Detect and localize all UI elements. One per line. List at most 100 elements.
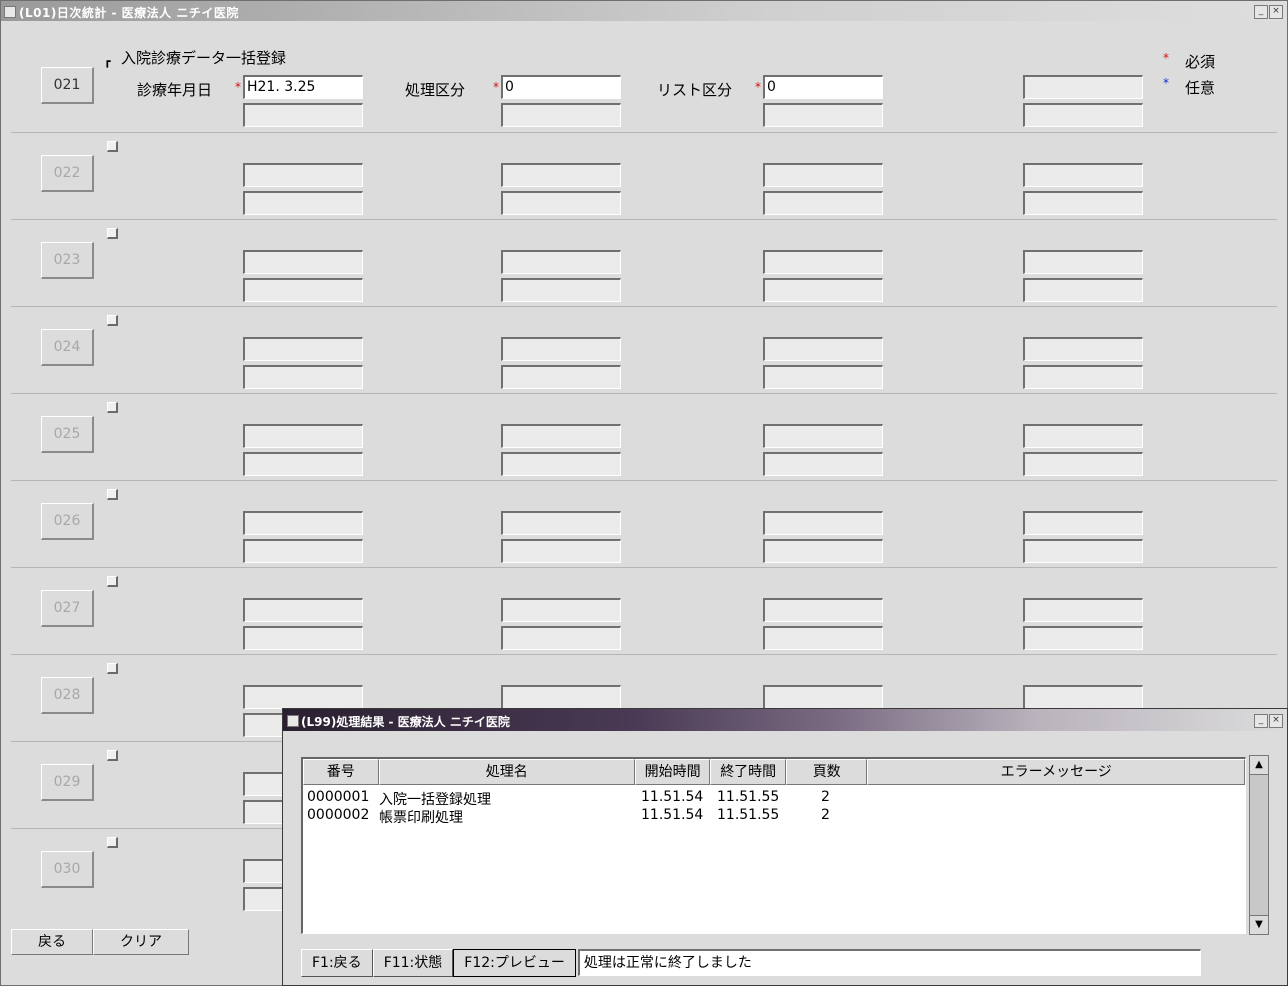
row-field[interactable]	[763, 539, 883, 563]
row-checkbox[interactable]	[107, 663, 118, 674]
dialog-close-icon[interactable]: ×	[1269, 714, 1283, 728]
row-field[interactable]	[1023, 163, 1143, 187]
scroll-down-icon[interactable]: ▼	[1250, 915, 1268, 934]
row-field[interactable]	[243, 511, 363, 535]
col-start[interactable]: 開始時間	[634, 759, 711, 785]
row-field[interactable]	[1023, 191, 1143, 215]
row-field[interactable]	[763, 163, 883, 187]
row-field[interactable]	[501, 191, 621, 215]
row-number-button[interactable]: 029	[41, 764, 94, 801]
row-field[interactable]	[1023, 103, 1143, 127]
row-field[interactable]	[1023, 250, 1143, 274]
row-field[interactable]	[243, 103, 363, 127]
minimize-icon[interactable]: _	[1254, 5, 1268, 19]
row-field[interactable]	[243, 424, 363, 448]
col-number[interactable]: 番号	[303, 759, 379, 785]
row-field[interactable]	[243, 598, 363, 622]
vertical-scrollbar[interactable]: ▲ ▼	[1249, 755, 1269, 935]
row-field[interactable]	[1023, 598, 1143, 622]
row-field[interactable]: 0	[501, 75, 621, 99]
dialog-minimize-icon[interactable]: _	[1254, 714, 1268, 728]
row-number-button[interactable]: 028	[41, 677, 94, 714]
row-field[interactable]	[501, 626, 621, 650]
result-table[interactable]: 番号 処理名 開始時間 終了時間 頁数 エラーメッセージ 0000001 入院一…	[301, 757, 1246, 934]
row-field[interactable]	[501, 365, 621, 389]
row-field[interactable]	[1023, 278, 1143, 302]
row-field[interactable]	[763, 598, 883, 622]
col-error[interactable]: エラーメッセージ	[867, 759, 1246, 785]
row-checkbox[interactable]	[107, 402, 118, 413]
row-field[interactable]	[501, 337, 621, 361]
row-checkbox[interactable]	[107, 315, 118, 326]
row-field[interactable]	[501, 511, 621, 535]
row-field[interactable]	[243, 191, 363, 215]
row-field[interactable]	[243, 626, 363, 650]
row-field[interactable]	[243, 539, 363, 563]
row-field[interactable]	[763, 250, 883, 274]
row-field[interactable]	[763, 685, 883, 709]
f1-back-button[interactable]: F1:戻る	[301, 949, 373, 977]
row-field[interactable]	[243, 365, 363, 389]
scroll-up-icon[interactable]: ▲	[1250, 756, 1268, 775]
row-field[interactable]	[763, 365, 883, 389]
row-field[interactable]	[1023, 365, 1143, 389]
row-checkbox[interactable]	[107, 837, 118, 848]
dialog-menu-icon[interactable]	[287, 715, 299, 727]
row-field[interactable]	[763, 337, 883, 361]
row-field[interactable]	[501, 424, 621, 448]
row-number-button[interactable]: 021	[41, 67, 94, 104]
row-field[interactable]	[763, 103, 883, 127]
row-checkbox[interactable]	[107, 750, 118, 761]
row-number-button[interactable]: 023	[41, 242, 94, 279]
row-field[interactable]	[243, 337, 363, 361]
row-field[interactable]	[501, 598, 621, 622]
row-number-button[interactable]: 025	[41, 416, 94, 453]
window-menu-icon[interactable]	[4, 6, 16, 18]
col-pages[interactable]: 頁数	[785, 759, 868, 785]
back-button[interactable]: 戻る	[11, 929, 93, 955]
row-number-button[interactable]: 026	[41, 503, 94, 540]
row-field[interactable]	[1023, 539, 1143, 563]
row-field[interactable]	[1023, 626, 1143, 650]
row-number-button[interactable]: 030	[41, 851, 94, 888]
row-field[interactable]	[1023, 337, 1143, 361]
checkbox-checked-icon[interactable]: ┏	[104, 55, 111, 68]
row-field[interactable]	[1023, 452, 1143, 476]
row-field[interactable]	[501, 685, 621, 709]
row-field[interactable]	[763, 278, 883, 302]
row-field[interactable]: H21. 3.25	[243, 75, 363, 99]
row-number-button[interactable]: 027	[41, 590, 94, 627]
col-name[interactable]: 処理名	[378, 759, 635, 785]
row-field[interactable]	[243, 278, 363, 302]
clear-button[interactable]: クリア	[93, 929, 189, 955]
row-checkbox[interactable]	[107, 489, 118, 500]
row-field[interactable]	[501, 250, 621, 274]
row-field[interactable]	[763, 511, 883, 535]
row-checkbox[interactable]	[107, 228, 118, 239]
row-field[interactable]	[501, 103, 621, 127]
f11-status-button[interactable]: F11:状態	[372, 949, 454, 977]
row-field[interactable]	[501, 539, 621, 563]
row-field[interactable]: 0	[763, 75, 883, 99]
row-field[interactable]	[1023, 75, 1143, 99]
table-row[interactable]: 0000002 帳票印刷処理 11.51.54 11.51.55 2	[307, 807, 841, 827]
row-field[interactable]	[1023, 424, 1143, 448]
row-field[interactable]	[243, 685, 363, 709]
row-checkbox[interactable]	[107, 576, 118, 587]
f12-preview-button[interactable]: F12:プレビュー	[453, 949, 576, 977]
row-field[interactable]	[243, 163, 363, 187]
row-field[interactable]	[1023, 511, 1143, 535]
row-field[interactable]	[501, 163, 621, 187]
close-icon[interactable]: ×	[1269, 5, 1283, 19]
row-field[interactable]	[1023, 685, 1143, 709]
col-end[interactable]: 終了時間	[710, 759, 786, 785]
row-field[interactable]	[501, 278, 621, 302]
row-field[interactable]	[763, 424, 883, 448]
row-number-button[interactable]: 022	[41, 155, 94, 192]
row-field[interactable]	[243, 452, 363, 476]
row-field[interactable]	[243, 250, 363, 274]
row-field[interactable]	[763, 452, 883, 476]
row-checkbox[interactable]	[107, 141, 118, 152]
row-field[interactable]	[763, 626, 883, 650]
table-row[interactable]: 0000001 入院一括登録処理 11.51.54 11.51.55 2	[307, 789, 841, 809]
